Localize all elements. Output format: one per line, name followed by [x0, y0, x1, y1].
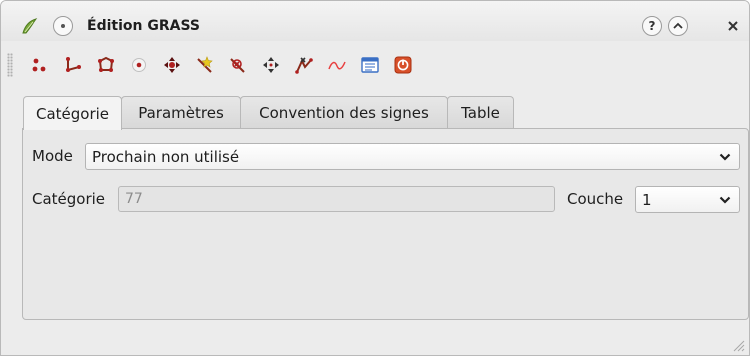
close-edit-button[interactable] — [392, 54, 414, 76]
move-vertex-icon — [164, 57, 180, 73]
chevron-down-icon — [719, 196, 731, 204]
tab-table[interactable]: Table — [447, 96, 514, 129]
tab-label: Table — [461, 104, 500, 122]
add-vertex-button[interactable] — [194, 54, 216, 76]
close-edit-icon — [394, 56, 412, 74]
mode-value: Prochain non utilisé — [92, 147, 240, 166]
split-line-button[interactable] — [293, 54, 315, 76]
help-icon: ? — [648, 19, 656, 33]
new-points-icon — [32, 58, 46, 72]
mode-label: Mode — [32, 147, 73, 165]
new-centroid-icon — [132, 58, 146, 72]
new-line-button[interactable] — [62, 54, 84, 76]
chevron-up-icon — [673, 22, 683, 29]
grass-logo-icon — [19, 16, 39, 36]
tab-convention-des-signes[interactable]: Convention des signes — [240, 96, 448, 129]
category-panel: Mode Prochain non utilisé Catégorie 77 C… — [22, 128, 749, 320]
category-value: 77 — [125, 191, 143, 207]
new-boundary-button[interactable] — [95, 54, 117, 76]
edit-line-button[interactable] — [326, 54, 348, 76]
window-menu-button[interactable] — [53, 16, 73, 36]
new-line-icon — [66, 57, 81, 72]
resize-grip[interactable] — [731, 337, 745, 352]
delete-vertex-icon — [230, 58, 245, 73]
tab-categorie[interactable]: Catégorie — [23, 96, 122, 130]
new-boundary-icon — [98, 56, 114, 72]
new-centroid-button[interactable] — [128, 54, 150, 76]
layer-select[interactable]: 1 — [635, 186, 740, 213]
tab-label: Catégorie — [35, 104, 110, 123]
tab-label: Paramètres — [138, 104, 224, 122]
category-label: Catégorie — [32, 190, 106, 208]
title-bar: Édition GRASS ? — [1, 1, 749, 41]
resize-grip-icon — [733, 340, 745, 352]
edit-toolbar — [1, 45, 749, 83]
toolbar-grip[interactable] — [7, 53, 13, 77]
mode-select[interactable]: Prochain non utilisé — [85, 143, 740, 170]
tab-label: Convention des signes — [259, 104, 429, 122]
layer-value: 1 — [642, 190, 652, 209]
move-element-button[interactable] — [260, 54, 282, 76]
attribute-table-icon — [361, 57, 379, 73]
close-button[interactable] — [723, 16, 743, 36]
move-element-icon — [263, 57, 279, 73]
help-button[interactable]: ? — [642, 16, 662, 36]
delete-vertex-button[interactable] — [227, 54, 249, 76]
category-input[interactable]: 77 — [118, 186, 555, 212]
new-points-button[interactable] — [29, 54, 51, 76]
attribute-table-button[interactable] — [359, 54, 381, 76]
split-line-icon — [295, 57, 313, 74]
tab-parametres[interactable]: Paramètres — [121, 96, 241, 129]
chevron-down-icon — [719, 153, 731, 161]
add-vertex-icon — [197, 56, 213, 73]
window-title: Édition GRASS — [87, 18, 200, 34]
close-icon — [728, 21, 738, 31]
shade-button[interactable] — [668, 16, 688, 36]
move-vertex-button[interactable] — [161, 54, 183, 76]
edit-line-icon — [328, 61, 346, 70]
layer-label: Couche — [567, 190, 624, 208]
grass-edit-window: Édition GRASS ? Catégorie Paramètres Con… — [0, 0, 750, 356]
